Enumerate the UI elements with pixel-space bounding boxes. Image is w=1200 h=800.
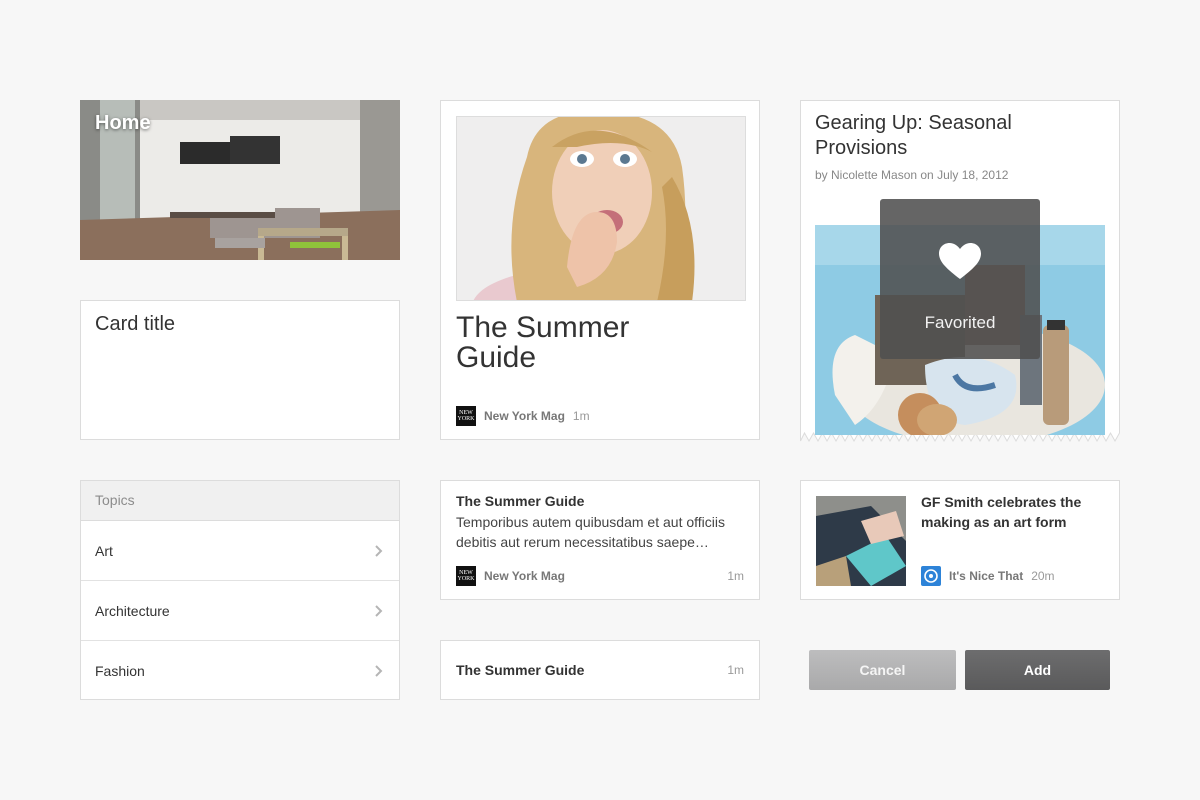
source-name: New York Mag bbox=[484, 569, 565, 583]
article-byline: by Nicolette Mason on July 18, 2012 bbox=[815, 168, 1009, 182]
topics-header: Topics bbox=[81, 481, 399, 521]
new-york-mag-logo-icon: NEW YORK bbox=[456, 566, 476, 586]
source-row: It's Nice That 20m bbox=[921, 566, 1055, 586]
summer-guide-text-card[interactable]: The Summer Guide Temporibus autem quibus… bbox=[440, 480, 760, 600]
gearing-up-article-card[interactable]: Gearing Up: Seasonal Provisions by Nicol… bbox=[800, 100, 1120, 442]
topic-item-art[interactable]: Art bbox=[81, 521, 399, 581]
topic-label: Fashion bbox=[95, 663, 145, 679]
add-button[interactable]: Add bbox=[965, 650, 1110, 690]
gf-smith-article-card[interactable]: GF Smith celebrates the making as an art… bbox=[800, 480, 1120, 600]
timestamp: 20m bbox=[1031, 569, 1055, 583]
heart-icon bbox=[939, 243, 981, 279]
topic-item-architecture[interactable]: Architecture bbox=[81, 581, 399, 641]
favorited-label: Favorited bbox=[924, 313, 996, 332]
cancel-button[interactable]: Cancel bbox=[809, 650, 956, 690]
time-row: 1m bbox=[719, 569, 744, 583]
article-title: GF Smith celebrates the making as an art… bbox=[921, 494, 1082, 530]
article-title: The Summer Guide bbox=[456, 662, 585, 678]
source-row: NEW YORK New York Mag 1m bbox=[456, 406, 590, 426]
gf-smith-photo bbox=[816, 496, 906, 586]
source-row: NEW YORK New York Mag bbox=[456, 566, 565, 586]
card-title: Card title bbox=[95, 313, 176, 335]
chevron-right-icon bbox=[375, 544, 383, 557]
source-name: It's Nice That bbox=[949, 569, 1024, 583]
favorited-overlay[interactable]: Favorited bbox=[880, 199, 1040, 359]
topic-label: Art bbox=[95, 542, 113, 559]
article-title: Gearing Up: Seasonal Provisions bbox=[815, 112, 1012, 159]
its-nice-that-logo-icon bbox=[921, 566, 941, 586]
new-york-mag-logo-icon: NEW YORK bbox=[456, 406, 476, 426]
topic-item-fashion[interactable]: Fashion bbox=[81, 641, 399, 701]
chevron-right-icon bbox=[375, 604, 383, 617]
home-label: Home bbox=[95, 112, 151, 134]
empty-title-card[interactable]: Card title bbox=[80, 300, 400, 440]
topics-list: Topics Art Architecture Fashion bbox=[80, 480, 400, 700]
article-excerpt: Temporibus autem quibusdam et aut offici… bbox=[456, 514, 725, 550]
home-image-card[interactable]: Home bbox=[80, 100, 400, 260]
article-title: The Summer Guide bbox=[456, 493, 585, 509]
topic-label: Architecture bbox=[95, 602, 170, 619]
timestamp: 1m bbox=[572, 409, 590, 423]
timestamp: 1m bbox=[727, 663, 744, 677]
chevron-right-icon bbox=[375, 665, 383, 677]
summer-guide-feature-card[interactable]: The Summer Guide NEW YORK New York Mag 1m bbox=[440, 100, 760, 440]
summer-guide-compact-card[interactable]: The Summer Guide 1m bbox=[440, 640, 760, 700]
timestamp: 1m bbox=[727, 569, 744, 583]
portrait-photo bbox=[456, 116, 746, 301]
feature-title: The Summer Guide bbox=[456, 311, 630, 374]
source-name: New York Mag bbox=[484, 409, 565, 423]
